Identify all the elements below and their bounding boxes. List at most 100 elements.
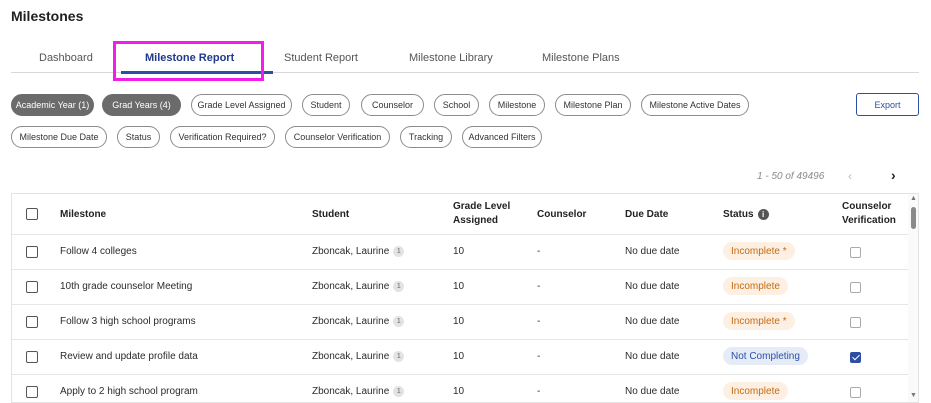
row-checkbox[interactable]	[26, 386, 38, 398]
scroll-up-icon[interactable]: ▲	[910, 195, 917, 202]
tab-highlight-box	[113, 41, 264, 81]
filter-counselor[interactable]: Counselor	[361, 94, 424, 116]
table-row[interactable]: Review and update profile data Zboncak, L…	[12, 339, 908, 374]
header-cv-line1: Counselor	[842, 201, 892, 212]
filter-grad-years[interactable]: Grad Years (4)	[102, 94, 181, 116]
row-checkbox[interactable]	[26, 246, 38, 258]
milestone-table: Milestone Student Grade Level Assigned C…	[11, 193, 919, 403]
status-badge: Incomplete *	[723, 242, 795, 260]
cell-due-date: No due date	[625, 246, 680, 257]
cell-counselor: -	[537, 281, 541, 292]
cell-due-date: No due date	[625, 386, 680, 397]
student-name[interactable]: Zboncak, Laurine	[312, 246, 389, 257]
cell-grade: 10	[453, 281, 465, 292]
filter-milestone-due-date[interactable]: Milestone Due Date	[11, 126, 107, 148]
table-row[interactable]: Apply to 2 high school program Zboncak, L…	[12, 374, 908, 402]
cell-grade: 10	[453, 246, 465, 257]
filter-status[interactable]: Status	[117, 126, 160, 148]
cell-milestone[interactable]: 10th grade counselor Meeting	[60, 281, 192, 292]
filter-grade-level-assigned[interactable]: Grade Level Assigned	[191, 94, 292, 116]
header-due-date[interactable]: Due Date	[625, 208, 668, 222]
filter-milestone-plan[interactable]: Milestone Plan	[555, 94, 631, 116]
row-checkbox[interactable]	[26, 281, 38, 293]
tab-student-report[interactable]: Student Report	[284, 52, 358, 64]
tab-milestone-plans[interactable]: Milestone Plans	[542, 52, 620, 64]
student-count-badge: 1	[393, 316, 405, 327]
scroll-down-icon[interactable]: ▼	[910, 392, 917, 399]
cell-grade: 10	[453, 316, 465, 327]
table-scrollbar[interactable]: ▲ ▼	[908, 194, 918, 402]
cell-due-date: No due date	[625, 316, 680, 327]
row-checkbox[interactable]	[26, 316, 38, 328]
counselor-verification-checkbox[interactable]	[850, 282, 861, 293]
student-count-badge: 1	[393, 386, 405, 397]
status-badge: Incomplete *	[723, 312, 795, 330]
cell-due-date: No due date	[625, 281, 680, 292]
cell-counselor: -	[537, 386, 541, 397]
table-header: Milestone Student Grade Level Assigned C…	[12, 194, 908, 234]
student-name[interactable]: Zboncak, Laurine	[312, 386, 389, 397]
counselor-verification-checkbox[interactable]	[850, 387, 861, 398]
table-row[interactable]: Follow 4 colleges Zboncak, Laurine 1 10 - No …	[12, 234, 908, 269]
header-cv-line2: Verification	[842, 215, 896, 226]
cell-counselor: -	[537, 351, 541, 362]
header-grade-line1: Grade Level	[453, 201, 511, 212]
cell-milestone[interactable]: Follow 3 high school programs	[60, 316, 196, 327]
filter-school[interactable]: School	[434, 94, 479, 116]
student-count-badge: 1	[393, 281, 405, 292]
status-badge: Incomplete	[723, 382, 788, 400]
student-name[interactable]: Zboncak, Laurine	[312, 351, 389, 362]
cell-student[interactable]: Zboncak, Laurine 1	[312, 246, 405, 257]
cell-grade: 10	[453, 351, 465, 362]
cell-milestone[interactable]: Apply to 2 high school program	[60, 386, 198, 397]
scroll-thumb[interactable]	[911, 207, 916, 229]
select-all-checkbox[interactable]	[26, 208, 38, 220]
header-status-label: Status	[723, 209, 754, 220]
cell-due-date: No due date	[625, 351, 680, 362]
cell-student[interactable]: Zboncak, Laurine 1	[312, 351, 405, 362]
student-name[interactable]: Zboncak, Laurine	[312, 281, 389, 292]
pagination-range: 1 - 50 of 49496	[757, 171, 825, 182]
counselor-verification-checkbox[interactable]	[850, 317, 861, 328]
header-milestone[interactable]: Milestone	[60, 208, 106, 222]
cell-milestone[interactable]: Review and update profile data	[60, 351, 198, 362]
filter-counselor-verification[interactable]: Counselor Verification	[285, 126, 390, 148]
chevron-left-icon[interactable]: ‹	[848, 169, 852, 183]
student-name[interactable]: Zboncak, Laurine	[312, 316, 389, 327]
header-status[interactable]: Status i	[723, 208, 769, 222]
filter-milestone-active-dates[interactable]: Milestone Active Dates	[641, 94, 749, 116]
filter-verification-required[interactable]: Verification Required?	[170, 126, 275, 148]
tab-dashboard[interactable]: Dashboard	[39, 52, 93, 64]
filter-academic-year[interactable]: Academic Year (1)	[11, 94, 94, 116]
student-count-badge: 1	[393, 351, 405, 362]
row-checkbox[interactable]	[26, 351, 38, 363]
chevron-right-icon[interactable]: ›	[891, 167, 896, 183]
cell-grade: 10	[453, 386, 465, 397]
info-icon[interactable]: i	[757, 209, 769, 220]
filter-milestone[interactable]: Milestone	[489, 94, 545, 116]
cell-counselor: -	[537, 316, 541, 327]
table-row[interactable]: 10th grade counselor Meeting Zboncak, Lau…	[12, 269, 908, 304]
cell-student[interactable]: Zboncak, Laurine 1	[312, 316, 405, 327]
header-student[interactable]: Student	[312, 208, 349, 222]
header-counselor[interactable]: Counselor	[537, 208, 586, 222]
header-grade-line2: Assigned	[453, 215, 499, 226]
tab-milestone-library[interactable]: Milestone Library	[409, 52, 493, 64]
status-badge: Not Completing	[723, 347, 808, 365]
counselor-verification-checkbox[interactable]	[850, 247, 861, 258]
cell-counselor: -	[537, 246, 541, 257]
page-title: Milestones	[11, 8, 84, 24]
counselor-verification-checkbox[interactable]	[850, 352, 861, 363]
student-count-badge: 1	[393, 246, 405, 257]
filter-student[interactable]: Student	[302, 94, 350, 116]
cell-student[interactable]: Zboncak, Laurine 1	[312, 386, 405, 397]
filter-tracking[interactable]: Tracking	[400, 126, 452, 148]
export-button[interactable]: Export	[856, 93, 919, 116]
status-badge: Incomplete	[723, 277, 788, 295]
table-row[interactable]: Follow 3 high school programs Zboncak, La…	[12, 304, 908, 339]
cell-student[interactable]: Zboncak, Laurine 1	[312, 281, 405, 292]
header-counselor-verification[interactable]: Counselor Verification	[842, 200, 896, 228]
cell-milestone[interactable]: Follow 4 colleges	[60, 246, 137, 257]
filter-advanced-filters[interactable]: Advanced Filters	[462, 126, 542, 148]
header-grade-level-assigned[interactable]: Grade Level Assigned	[453, 200, 510, 228]
